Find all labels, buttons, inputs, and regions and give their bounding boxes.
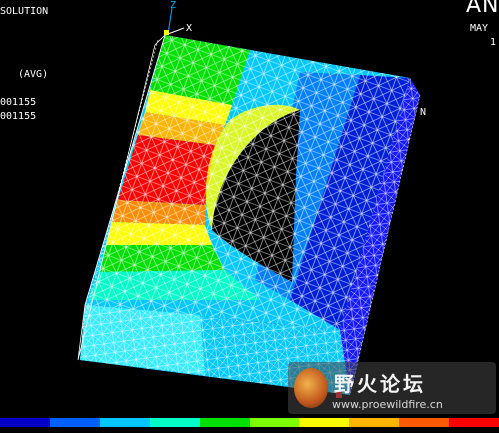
node-label: N	[420, 107, 427, 118]
x-axis-label: X	[186, 23, 193, 34]
contour-legend-bar	[0, 418, 499, 427]
avg-label: (AVG)	[18, 69, 49, 80]
legend-swatch	[149, 418, 200, 427]
date-day: 1	[490, 37, 497, 48]
z-axis-label: Z	[170, 0, 177, 11]
value-line-1: 001155	[0, 97, 37, 108]
legend-swatch	[99, 418, 150, 427]
contour-legend-ticks	[0, 427, 499, 433]
legend-swatch	[299, 418, 350, 427]
watermark-text: 野火论坛	[334, 372, 426, 396]
legend-swatch	[399, 418, 450, 427]
legend-swatch	[349, 418, 400, 427]
watermark: 野火论坛 www.proewildfire.cn	[288, 362, 496, 414]
x-axis-line	[167, 27, 185, 35]
value-line-2: 001155	[0, 111, 37, 122]
graphics-viewport[interactable]: SOLUTION (AVG) 001155 001155 AN MAY 1 Z …	[0, 0, 499, 433]
triad-origin	[164, 30, 169, 35]
ansys-brand: AN	[466, 0, 499, 18]
legend-swatch	[199, 418, 250, 427]
legend-swatch	[249, 418, 300, 427]
wildfire-logo-icon	[294, 368, 328, 408]
legend-swatch	[49, 418, 100, 427]
date-month: MAY	[470, 23, 489, 34]
watermark-url: www.proewildfire.cn	[332, 398, 443, 411]
legend-swatch	[449, 418, 499, 427]
legend-swatch	[0, 418, 50, 427]
solution-label: SOLUTION	[0, 6, 49, 17]
